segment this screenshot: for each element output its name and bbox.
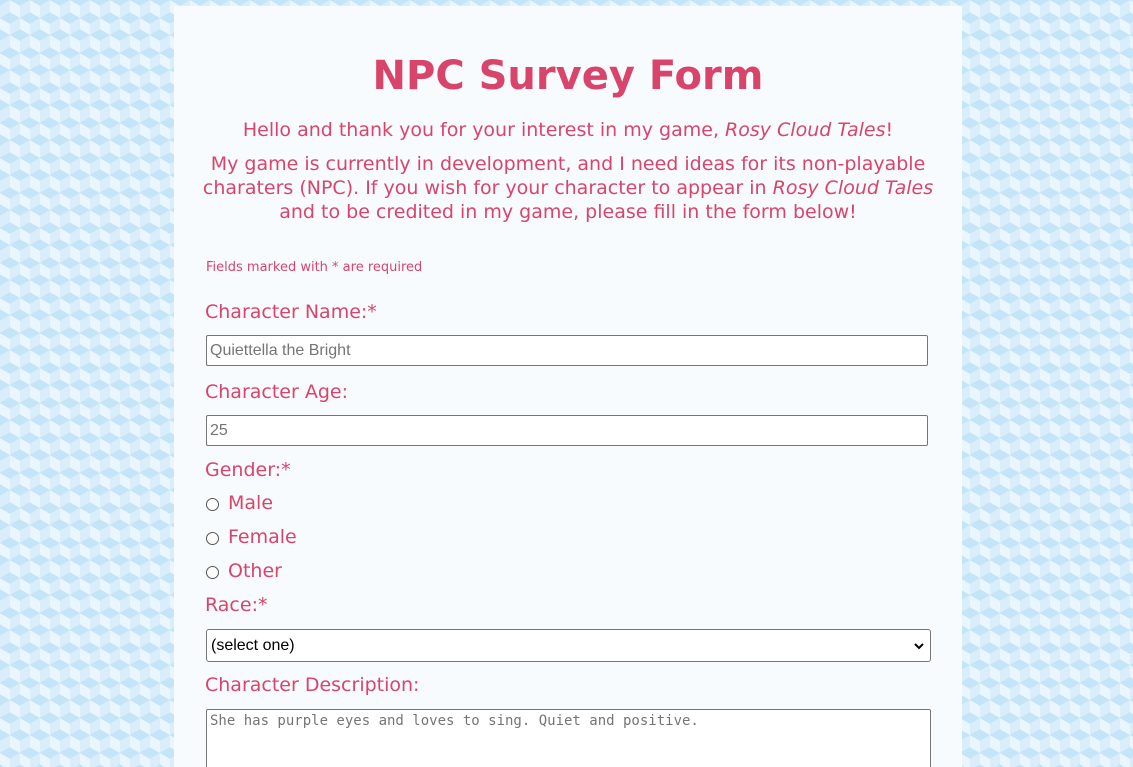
male-radio-label: Male [228, 492, 274, 514]
game-name-inline: Rosy Cloud Tales [772, 177, 934, 199]
character-name-input[interactable]: Quiettella the Bright [206, 335, 928, 366]
female-radio-label: Female [228, 526, 297, 548]
intro-greeting: Hello and thank you for your interest in… [174, 118, 962, 142]
character-description-textarea[interactable]: She has purple eyes and loves to sing. Q… [206, 709, 931, 767]
gender-label: Gender:* [205, 459, 291, 481]
male-radio[interactable] [206, 497, 219, 511]
intro-description: My game is currently in development, and… [190, 152, 946, 224]
race-select[interactable]: (select one) [206, 629, 931, 662]
race-select-value: (select one) [211, 636, 295, 654]
game-name: Rosy Cloud Tales [725, 119, 886, 141]
intro-greeting-suffix: ! [885, 119, 894, 141]
female-radio[interactable] [206, 531, 219, 545]
intro-description-suffix: and to be credited in my game, please fi… [279, 201, 857, 223]
character-description-label: Character Description: [205, 674, 420, 696]
intro-greeting-prefix: Hello and thank you for your interest in… [242, 119, 726, 141]
chevron-down-icon [914, 642, 924, 649]
required-fields-note: Fields marked with * are required [206, 260, 423, 275]
other-radio[interactable] [206, 565, 219, 579]
race-label: Race:* [205, 594, 268, 616]
gender-option-female[interactable]: Female [206, 525, 297, 549]
form-panel: NPC Survey Form Hello and thank you for … [174, 6, 962, 767]
character-age-input[interactable]: 25 [206, 415, 928, 446]
other-radio-label: Other [228, 560, 282, 582]
character-name-label: Character Name:* [205, 301, 377, 323]
character-age-label: Character Age: [205, 381, 348, 403]
gender-option-male[interactable]: Male [206, 491, 273, 515]
page-title: NPC Survey Form [372, 53, 764, 99]
gender-option-other[interactable]: Other [206, 559, 282, 583]
